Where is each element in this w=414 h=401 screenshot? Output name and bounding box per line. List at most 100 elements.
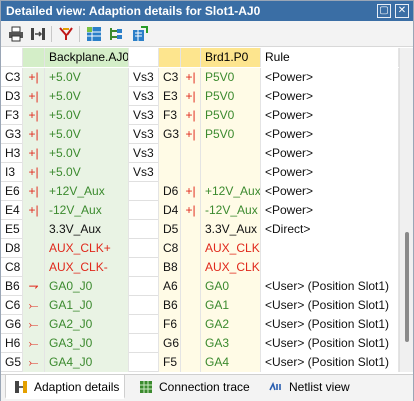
tab-adaption-details[interactable]: Adaption details (5, 375, 125, 399)
bottom-tabs: Adaption details Connection trace Netlis… (1, 374, 413, 401)
power-symbol-icon (181, 296, 201, 315)
pin-right: D4 (159, 201, 181, 220)
header-empty (159, 48, 181, 67)
power-symbol-icon: ⇁ (23, 277, 45, 296)
tab-label: Netlist view (289, 380, 350, 394)
header-left-connector[interactable]: Backplane.AJ0 (45, 48, 129, 67)
power-symbol-icon: +| (23, 182, 45, 201)
tab-label: Adaption details (34, 380, 120, 394)
signal-class (129, 201, 159, 220)
net-right: -12V_Aux (201, 201, 261, 220)
table-row[interactable]: I3 +| +5.0V Vs3 <Power> (1, 163, 399, 182)
export-icon[interactable] (131, 25, 149, 43)
tab-netlist-view[interactable]: Netlist view (261, 375, 361, 399)
grid-header: Backplane.AJ0 Brd1.P0 Rule (1, 48, 399, 67)
signal-class: Vs3 (129, 68, 159, 87)
net-left: GA3_J0 (45, 334, 129, 353)
power-symbol-icon: +| (23, 125, 45, 144)
power-symbol-icon: +| (23, 144, 45, 163)
table-row[interactable]: D8 AUX_CLK+ C8 AUX_CLK- (1, 239, 399, 258)
pin-right (159, 144, 181, 163)
table-row[interactable]: G6 ⤚ GA2_J0 F6 GA2 <User> (Position Slot1) (1, 315, 399, 334)
power-symbol-icon (181, 277, 201, 296)
power-symbol-icon: +| (181, 182, 201, 201)
table-row[interactable]: G3 +| +5.0V Vs3 G3 +| P5V0 <Power> (1, 125, 399, 144)
net-left: +5.0V (45, 163, 129, 182)
rule-cell: <User> (Position Slot1) (261, 353, 399, 372)
net-right: GA1 (201, 296, 261, 315)
filter-icon[interactable] (57, 25, 75, 43)
restore-button[interactable]: ▢ (377, 4, 391, 18)
pin-right: G6 (159, 334, 181, 353)
header-empty (129, 48, 159, 67)
pin-left: H6 (1, 334, 23, 353)
pin-left: D8 (1, 239, 23, 258)
tree-icon[interactable] (107, 25, 125, 43)
tab-connection-trace[interactable]: Connection trace (131, 375, 255, 399)
power-symbol-icon: +| (181, 87, 201, 106)
pin-right: B6 (159, 296, 181, 315)
header-rule[interactable]: Rule (261, 48, 399, 67)
header-empty (1, 48, 23, 67)
pin-left: C3 (1, 68, 23, 87)
window-title: Detailed view: Adaption details for Slot… (6, 4, 261, 18)
rule-cell: <User> (Position Slot1) (261, 296, 399, 315)
table-row[interactable]: H3 +| +5.0V Vs3 <Power> (1, 144, 399, 163)
table-row[interactable]: F3 +| +5.0V Vs3 F3 +| P5V0 <Power> (1, 106, 399, 125)
pin-right: F5 (159, 353, 181, 372)
table-icon[interactable] (85, 25, 103, 43)
table-row[interactable]: G5 ⤚ GA4_J0 F5 GA4 <User> (Position Slot1) (1, 353, 399, 372)
net-right: P5V0 (201, 68, 261, 87)
table-row[interactable]: E5 3.3V_Aux D5 3.3V_Aux <Direct> (1, 220, 399, 239)
vertical-scrollbar[interactable] (399, 48, 413, 372)
pin-left: F3 (1, 106, 23, 125)
net-right: +12V_Aux (201, 182, 261, 201)
signal-class (129, 258, 159, 277)
pin-left: C8 (1, 258, 23, 277)
pin-left: H3 (1, 144, 23, 163)
table-row[interactable]: D3 +| +5.0V Vs3 E3 +| P5V0 <Power> (1, 87, 399, 106)
power-symbol-icon: ⤚ (23, 315, 45, 334)
close-button[interactable]: ✕ (395, 4, 409, 18)
net-right (201, 144, 261, 163)
print-icon[interactable] (7, 25, 25, 43)
table-row[interactable]: E6 +| +12V_Aux D6 +| +12V_Aux <Power> (1, 182, 399, 201)
power-symbol-icon (181, 315, 201, 334)
pin-left: C6 (1, 296, 23, 315)
signal-class (129, 220, 159, 239)
pin-left: E6 (1, 182, 23, 201)
table-row[interactable]: C6 ⤚ GA1_J0 B6 GA1 <User> (Position Slot1) (1, 296, 399, 315)
rule-cell: <User> (Position Slot1) (261, 334, 399, 353)
net-left: GA2_J0 (45, 315, 129, 334)
title-bar: Detailed view: Adaption details for Slot… (1, 1, 413, 21)
table-row[interactable]: C8 AUX_CLK- B8 AUX_CLK+ (1, 258, 399, 277)
net-left: +12V_Aux (45, 182, 129, 201)
header-right-connector[interactable]: Brd1.P0 (201, 48, 261, 67)
net-right: GA0 (201, 277, 261, 296)
rule-cell: <Power> (261, 87, 399, 106)
rule-cell: <Power> (261, 125, 399, 144)
toolbar-separator (79, 26, 80, 42)
signal-class (129, 239, 159, 258)
adaption-icon (15, 381, 27, 393)
net-left: GA4_J0 (45, 353, 129, 372)
tab-label: Connection trace (159, 380, 250, 394)
power-symbol-icon (23, 239, 45, 258)
table-row[interactable]: B6 ⇁ GA0_J0 A6 GA0 <User> (Position Slot1) (1, 277, 399, 296)
power-symbol-icon: +| (23, 68, 45, 87)
signal-class (129, 182, 159, 201)
pin-right: C8 (159, 239, 181, 258)
power-symbol-icon (181, 239, 201, 258)
scroll-thumb[interactable] (405, 232, 409, 342)
pin-right: C3 (159, 68, 181, 87)
net-left: -12V_Aux (45, 201, 129, 220)
rule-cell: <Power> (261, 182, 399, 201)
rule-cell: <Power> (261, 68, 399, 87)
table-row[interactable]: H6 ⤚ GA3_J0 G6 GA3 <User> (Position Slot1) (1, 334, 399, 353)
table-row[interactable]: C3 +| +5.0V Vs3 C3 +| P5V0 <Power> (1, 68, 399, 87)
pin-left: E5 (1, 220, 23, 239)
columns-icon[interactable] (29, 25, 47, 43)
table-row[interactable]: E4 +| -12V_Aux D4 +| -12V_Aux <Power> (1, 201, 399, 220)
adaption-grid: Backplane.AJ0 Brd1.P0 Rule C3 +| +5.0V Vs3 C… (1, 48, 399, 372)
net-left: +5.0V (45, 68, 129, 87)
